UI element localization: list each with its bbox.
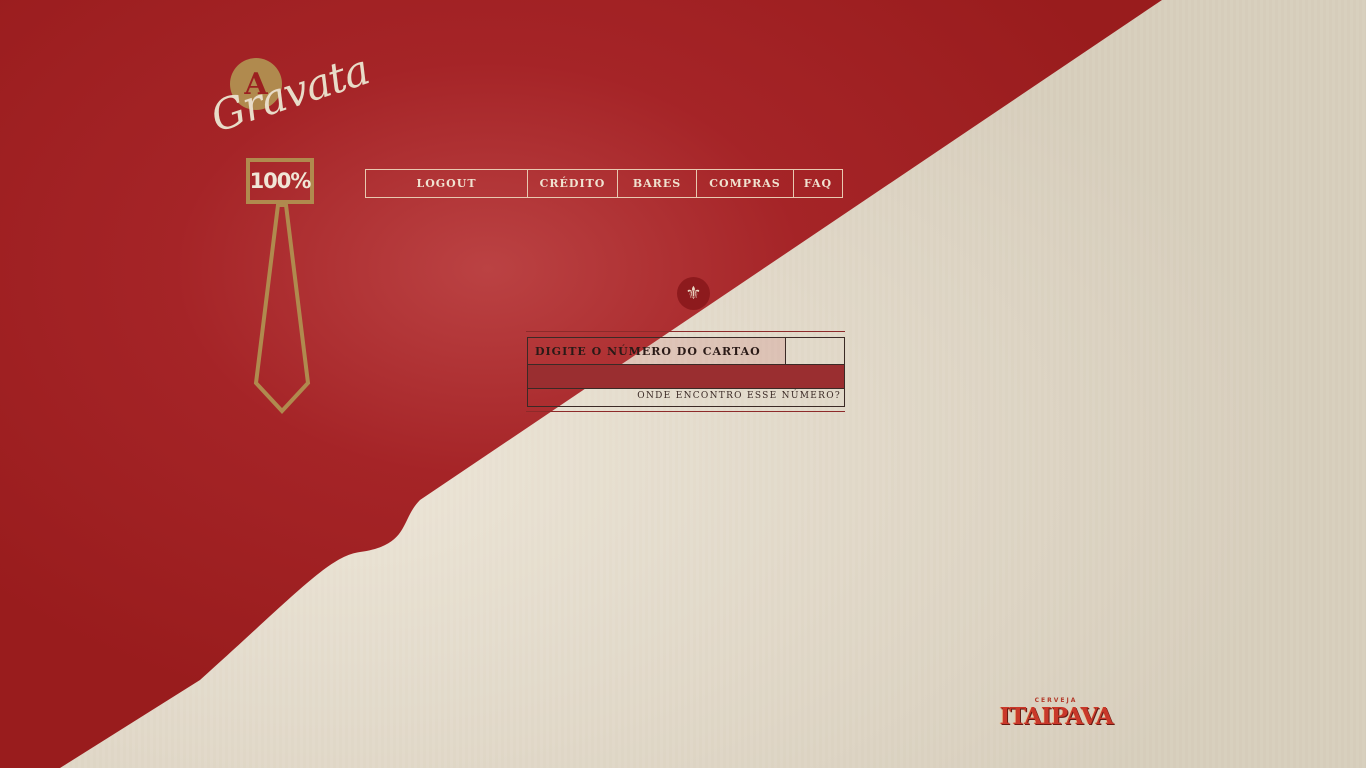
brand-name: ITAIPAVA (999, 703, 1114, 730)
logo-badge-text: 100% (249, 169, 312, 193)
itaipava-logo: CERVEJA ITAIPAVA (998, 697, 1114, 733)
fleur-de-lis-icon: ⚜ (677, 277, 710, 310)
card-number-label: DIGITE O NÚMERO DO CARTAO (528, 338, 786, 364)
tie-icon (253, 203, 311, 414)
logo-word: Gravata (205, 44, 375, 142)
logo-badge: 100% (246, 158, 314, 204)
gravata-logo[interactable]: A Gravata 100% (200, 45, 375, 425)
form-header-row: DIGITE O NÚMERO DO CARTAO (528, 338, 844, 365)
help-link[interactable]: ONDE ENCONTRO ESSE NÚMERO? (637, 391, 841, 401)
nav-faq[interactable]: FAQ (793, 170, 842, 197)
form-top-divider (526, 331, 845, 332)
page: A Gravata 100% LOGOUT CRÉDITO BARES COMP… (0, 0, 1366, 768)
nav-bares[interactable]: BARES (617, 170, 696, 197)
main-nav: LOGOUT CRÉDITO BARES COMPRAS FAQ (365, 169, 843, 198)
nav-logout[interactable]: LOGOUT (366, 170, 527, 197)
card-number-input[interactable] (528, 365, 844, 389)
form-bottom-divider (526, 411, 845, 412)
nav-credito[interactable]: CRÉDITO (527, 170, 617, 197)
submit-button[interactable] (786, 338, 844, 364)
nav-compras[interactable]: COMPRAS (696, 170, 793, 197)
card-number-form: DIGITE O NÚMERO DO CARTAO ONDE ENCONTRO … (527, 337, 845, 407)
